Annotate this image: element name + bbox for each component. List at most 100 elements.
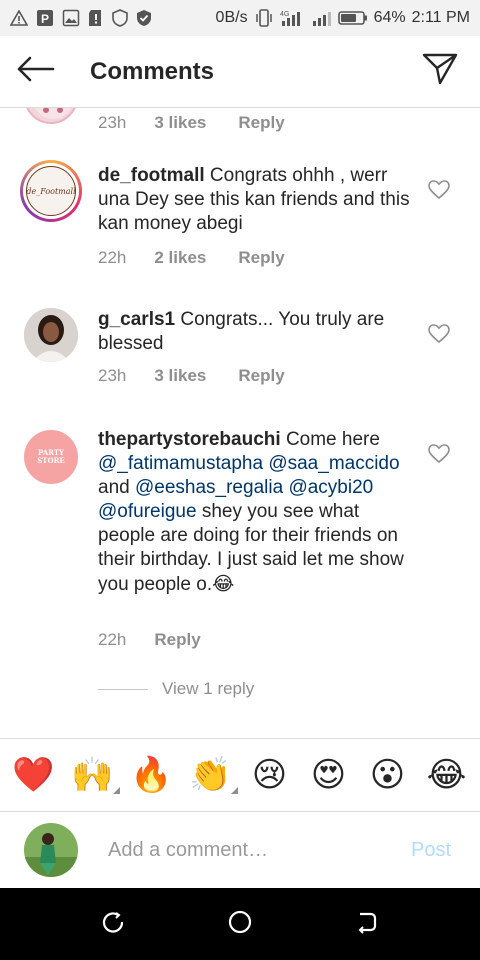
avatar[interactable]: [24, 308, 78, 362]
comment-time: 22h: [98, 248, 127, 267]
heart-icon[interactable]: [428, 444, 450, 466]
comment-item: de_Footmall de_footmall Congrats ohhh , …: [0, 160, 480, 280]
shield-icon: [112, 9, 128, 27]
comment-time: 22h: [98, 630, 127, 649]
svg-text:P: P: [41, 12, 49, 26]
comment-item: g_carls1 Congrats... You truly are bless…: [0, 308, 480, 398]
reply-button[interactable]: Reply: [154, 630, 200, 650]
arrow-left-icon: [17, 56, 55, 87]
svg-text:4G: 4G: [280, 11, 289, 18]
recent-apps-icon: [101, 910, 125, 939]
post-button[interactable]: Post: [386, 839, 476, 862]
mention-link[interactable]: @saa_maccido: [268, 453, 399, 474]
skin-tone-indicator: [112, 787, 120, 794]
back-button[interactable]: [0, 36, 72, 108]
recent-apps-button[interactable]: [83, 894, 143, 954]
emoji-clap-button[interactable]: 👏: [186, 750, 238, 800]
parking-icon: P: [36, 9, 54, 27]
home-circle-icon: [227, 909, 253, 940]
back-nav-button[interactable]: [337, 894, 397, 954]
view-replies-button[interactable]: View 1 reply: [98, 679, 254, 699]
comment-item: 23h 3 likes Reply: [0, 108, 480, 133]
mention-link[interactable]: @acybi20: [288, 477, 373, 498]
likes-count[interactable]: 3 likes: [154, 113, 206, 133]
comment-time: 23h: [98, 113, 127, 132]
home-button[interactable]: [210, 894, 270, 954]
image-icon: [62, 9, 80, 27]
comment-text: g_carls1 Congrats... You truly are bless…: [98, 308, 418, 356]
heart-icon[interactable]: [428, 180, 450, 202]
avatar-logo-text: de_Footmall: [26, 186, 76, 196]
comment-meta: 22h 2 likes Reply: [98, 248, 285, 268]
emoji-heart-button[interactable]: ❤️: [9, 750, 59, 800]
heart-icon[interactable]: [428, 324, 450, 346]
emoji-raised-hands-button[interactable]: 🙌: [68, 750, 120, 800]
comment-message-part: Come here: [285, 429, 380, 450]
crying-face-emoji-icon: 😢: [251, 755, 288, 795]
mention-link[interactable]: @_fatimamustapha: [98, 453, 263, 474]
heart-eyes-emoji-icon: 😍: [310, 755, 347, 795]
clap-emoji-icon: 👏: [189, 755, 232, 795]
shield-check-icon: [136, 9, 152, 27]
fire-emoji-icon: 🔥: [130, 755, 173, 795]
avatar[interactable]: PARTY STORE: [24, 430, 78, 484]
emoji-wow-button[interactable]: 😮: [363, 750, 413, 800]
comment-meta: 23h 3 likes Reply: [98, 366, 285, 386]
emoji-fire-button[interactable]: 🔥: [127, 750, 177, 800]
likes-count[interactable]: 3 likes: [154, 366, 206, 386]
battery-icon: [337, 10, 368, 26]
comment-input[interactable]: [108, 838, 386, 862]
page-title: Comments: [90, 57, 215, 85]
signal-4g-icon: 4G: [280, 9, 306, 27]
comment-text: de_footmall Congrats ohhh , werr una Dey…: [98, 164, 418, 236]
comment-item: PARTY STORE thepartystorebauchi Come her…: [0, 428, 480, 658]
comment-meta: 23h 3 likes Reply: [98, 113, 285, 133]
back-nav-icon: [355, 910, 379, 939]
mention-link[interactable]: @eeshas_regalia: [135, 477, 283, 498]
add-comment-bar: Post: [0, 812, 480, 888]
warning-icon: [10, 10, 28, 26]
battery-percent: 64%: [373, 9, 406, 26]
surprised-face-emoji-icon: 😮: [369, 755, 406, 795]
likes-count[interactable]: 2 likes: [154, 248, 206, 268]
comment-meta: 22h Reply: [98, 630, 201, 650]
signal-icon: [312, 9, 332, 27]
comment-username[interactable]: de_footmall: [98, 165, 205, 186]
view-replies-label: View 1 reply: [162, 679, 255, 698]
skin-tone-indicator: [230, 787, 238, 794]
comment-message-part: and: [98, 477, 130, 498]
share-button[interactable]: [400, 36, 480, 108]
emoji-laugh-button[interactable]: 😂: [422, 750, 472, 800]
comment-username[interactable]: g_carls1: [98, 309, 175, 330]
network-speed: 0B/s: [215, 9, 248, 26]
comment-username[interactable]: thepartystorebauchi: [98, 429, 281, 450]
vibrate-icon: [254, 9, 274, 27]
comment-text: thepartystorebauchi Come here @_fatimamu…: [98, 428, 418, 597]
reply-button[interactable]: Reply: [238, 366, 284, 386]
status-bar: P 0B/s 4G 64% 2:11 PM: [0, 0, 480, 36]
paper-plane-icon: [422, 53, 458, 90]
comments-list[interactable]: 23h 3 likes Reply de_Footmall de_footmal…: [0, 108, 480, 738]
avatar-logo-text: PARTY STORE: [37, 448, 65, 465]
comment-emoji: 😂: [212, 573, 235, 595]
reply-button[interactable]: Reply: [238, 248, 284, 268]
status-system-info: 0B/s 4G 64% 2:11 PM: [216, 9, 470, 27]
comment-time: 23h: [98, 366, 127, 385]
reply-button[interactable]: Reply: [238, 113, 284, 133]
emoji-reaction-bar: ❤️ 🙌 🔥 👏 😢 😍 😮 😂: [0, 738, 480, 812]
avatar[interactable]: [24, 108, 78, 124]
raised-hands-emoji-icon: 🙌: [71, 755, 114, 795]
divider: [98, 688, 148, 690]
heart-emoji-icon: ❤️: [12, 755, 55, 795]
mention-link[interactable]: @ofureigue: [98, 501, 197, 522]
clock: 2:11 PM: [411, 9, 470, 26]
current-user-avatar: [24, 823, 78, 877]
system-navigation-bar: [0, 888, 480, 960]
tears-of-joy-emoji-icon: 😂: [426, 755, 467, 795]
top-app-bar: Comments: [0, 36, 480, 108]
status-notification-icons: P: [10, 9, 152, 27]
sd-card-alert-icon: [88, 9, 104, 27]
emoji-heart-eyes-button[interactable]: 😍: [304, 750, 354, 800]
avatar[interactable]: de_Footmall: [20, 160, 82, 222]
emoji-cry-button[interactable]: 😢: [245, 750, 295, 800]
